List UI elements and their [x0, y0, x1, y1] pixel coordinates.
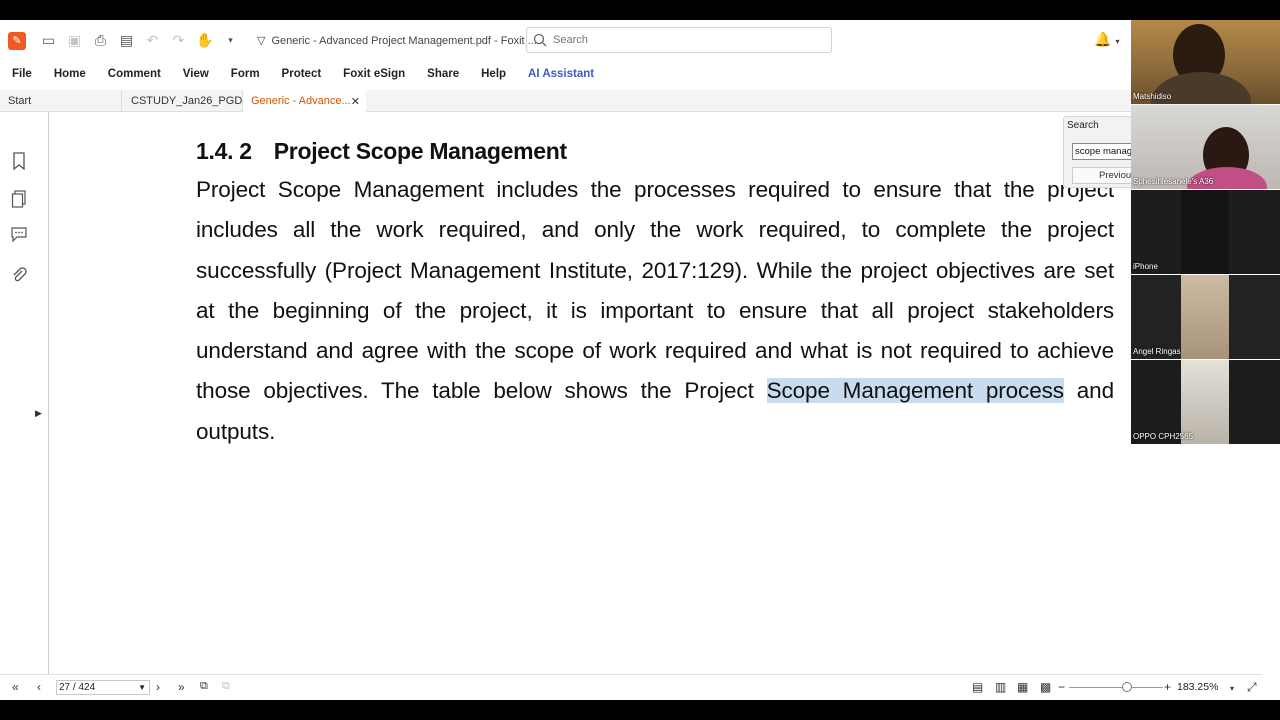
document-title: ▽ Generic - Advanced Project Management.… — [257, 34, 537, 48]
page-number-field[interactable]: 27 / 424 ▼ — [56, 680, 150, 695]
navigation-panel: ▶ — [0, 112, 49, 700]
zoom-slider-track[interactable] — [1069, 687, 1163, 688]
participant-name: iPhone — [1133, 262, 1158, 271]
zoom-in-icon[interactable]: + — [1164, 680, 1171, 694]
menu-comment[interactable]: Comment — [108, 68, 161, 80]
search-highlight: Scope Management process — [766, 378, 1064, 404]
video-participants-panel: Matshidiso Sphesihlesanele's A36 iPhone … — [1131, 20, 1280, 445]
tab-start-label: Start — [8, 95, 32, 107]
paragraph-text: Project Scope Management includes the pr… — [196, 177, 1114, 404]
document-tab-bar: Start CSTUDY_Jan26_PGDPM... Generic - Ad… — [0, 90, 1262, 112]
fullscreen-icon[interactable]: ⤢ — [1247, 680, 1257, 695]
single-page-view-icon[interactable]: ▤ — [972, 680, 983, 694]
last-page-icon[interactable]: » — [178, 680, 185, 694]
menu-foxit-esign[interactable]: Foxit eSign — [343, 68, 405, 80]
document-properties-icon[interactable]: ▤ — [118, 32, 135, 49]
continuous-facing-view-icon[interactable]: ▩ — [1040, 680, 1051, 694]
title-bar: ✎ ▭ ▣ ⎙ ▤ ↶ ↷ ✋ ▾ ▽ Generic - Advanced P… — [0, 20, 1262, 61]
tab-generic-label: Generic - Advance... — [251, 95, 351, 107]
previous-page-icon[interactable]: ‹ — [37, 680, 41, 694]
menu-protect[interactable]: Protect — [282, 68, 322, 80]
participant-name: Sphesihlesanele's A36 — [1133, 177, 1214, 186]
notification-bell-icon[interactable]: 🔔 ▾ — [1094, 31, 1119, 48]
search-input[interactable] — [553, 34, 813, 46]
menu-view[interactable]: View — [183, 68, 209, 80]
search-box[interactable] — [526, 27, 832, 53]
extract-page-icon[interactable]: ⧉ — [222, 680, 230, 693]
tab-start[interactable]: Start — [0, 90, 122, 112]
menu-bar: File Home Comment View Form Protect Foxi… — [0, 61, 1262, 86]
chevron-down-icon[interactable]: ▽ — [257, 34, 265, 47]
redo-icon[interactable]: ↷ — [170, 32, 187, 49]
menu-ai-assistant[interactable]: AI Assistant — [528, 68, 594, 80]
document-view: 1.4. 2 Project Scope Management Project S… — [50, 112, 1262, 674]
participant-video — [1181, 275, 1229, 359]
zoom-slider-thumb[interactable] — [1122, 682, 1132, 692]
participant-tile[interactable]: Sphesihlesanele's A36 — [1131, 105, 1280, 189]
foxit-logo-icon[interactable]: ✎ — [8, 31, 26, 50]
menu-help[interactable]: Help — [481, 68, 506, 80]
status-bar: « ‹ 27 / 424 ▼ › » ⧉ ⧉ ▤ ▥ ▦ ▩ − + 183.2… — [0, 674, 1262, 700]
search-panel-label: Search — [1067, 120, 1099, 131]
close-tab-icon[interactable]: ✕ — [351, 95, 360, 108]
tab-cstudy[interactable]: CSTUDY_Jan26_PGDPM... — [123, 90, 268, 112]
quick-access-toolbar: ▭ ▣ ⎙ ▤ ↶ ↷ ✋ ▾ — [40, 32, 239, 49]
next-page-icon[interactable]: › — [156, 680, 160, 694]
hand-tool-icon[interactable]: ✋ — [196, 32, 213, 49]
save-icon[interactable]: ▣ — [66, 32, 83, 49]
page-number-text: 27 / 424 — [59, 682, 96, 693]
customize-dropdown-icon[interactable]: ▾ — [222, 32, 239, 49]
expand-panel-icon[interactable]: ▶ — [35, 408, 42, 419]
participant-tile[interactable]: Angel Ringas — [1131, 275, 1280, 359]
page-dropdown-icon[interactable]: ▼ — [138, 681, 146, 694]
zoom-out-icon[interactable]: − — [1058, 680, 1065, 694]
foxit-window: ✎ ▭ ▣ ⎙ ▤ ↶ ↷ ✋ ▾ ▽ Generic - Advanced P… — [0, 20, 1262, 700]
tab-generic-active[interactable]: Generic - Advance... ✕ — [243, 90, 366, 112]
comments-icon[interactable] — [10, 226, 28, 244]
open-folder-icon[interactable]: ▭ — [40, 32, 57, 49]
undo-icon[interactable]: ↶ — [144, 32, 161, 49]
participant-tile[interactable]: iPhone — [1131, 190, 1280, 274]
menu-home[interactable]: Home — [54, 68, 86, 80]
search-icon — [533, 33, 547, 47]
facing-view-icon[interactable]: ▦ — [1017, 680, 1028, 694]
first-page-icon[interactable]: « — [12, 680, 19, 694]
participant-name: OPPO CPH2565 — [1133, 432, 1194, 441]
screen: ✎ ▭ ▣ ⎙ ▤ ↶ ↷ ✋ ▾ ▽ Generic - Advanced P… — [0, 0, 1280, 720]
bookmark-icon[interactable] — [10, 152, 28, 171]
zoom-dropdown-icon[interactable]: ▾ — [1230, 684, 1234, 693]
participant-tile[interactable]: Matshidiso — [1131, 20, 1280, 104]
section-paragraph: Project Scope Management includes the pr… — [196, 170, 1114, 452]
pages-thumbnail-icon[interactable] — [10, 190, 28, 208]
continuous-view-icon[interactable]: ▥ — [995, 680, 1006, 694]
menu-file[interactable]: File — [12, 68, 32, 80]
participant-video — [1181, 190, 1229, 274]
section-title: Project Scope Management — [273, 138, 567, 164]
print-icon[interactable]: ⎙ — [92, 32, 109, 49]
participant-name: Matshidiso — [1133, 92, 1172, 101]
section-heading: 1.4. 2 Project Scope Management — [196, 138, 567, 165]
section-number: 1.4. 2 — [196, 138, 252, 164]
two-page-view-icon[interactable]: ⧉ — [200, 680, 208, 693]
menu-share[interactable]: Share — [427, 68, 459, 80]
participant-tile[interactable]: OPPO CPH2565 — [1131, 360, 1280, 444]
participant-name: Angel Ringas — [1133, 347, 1181, 356]
menu-form[interactable]: Form — [231, 68, 260, 80]
attachment-icon[interactable] — [10, 266, 28, 284]
document-title-text: Generic - Advanced Project Management.pd… — [271, 34, 537, 47]
